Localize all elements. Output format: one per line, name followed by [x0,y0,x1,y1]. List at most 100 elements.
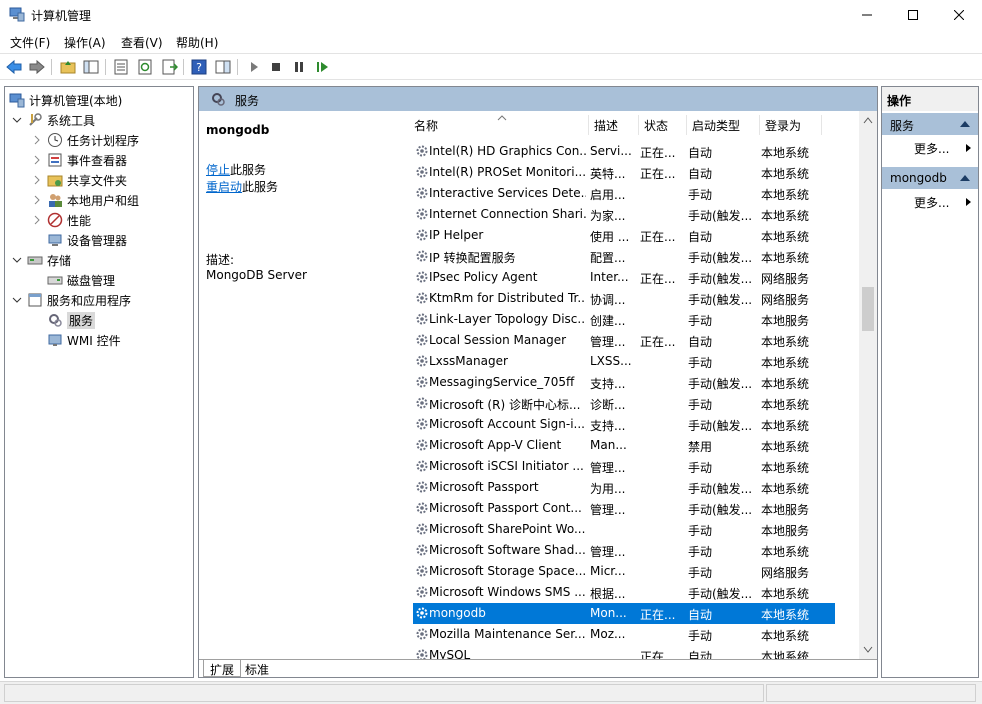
table-row[interactable]: Microsoft Storage Space... Micr... 手动 网络服务 [413,561,835,582]
table-row[interactable]: Microsoft (R) 诊断中心标... 诊断... 手动 本地系统 [413,393,835,414]
chevron-right-icon[interactable] [31,154,43,166]
refresh-icon[interactable] [136,58,154,76]
table-row[interactable]: Microsoft SharePoint Wo... 手动 本地服务 [413,519,835,540]
chevron-down-icon[interactable] [11,114,23,126]
table-row[interactable]: Local Session Manager 管理... 正在... 自动 本地系统 [413,330,835,351]
table-row[interactable]: LxssManager LXSS... 手动 本地系统 [413,351,835,372]
tree-item-disk-management[interactable]: 磁盘管理 [47,270,115,290]
table-row[interactable]: MySQL 正在... 自动 本地系统 [413,645,835,659]
actions-section-mongodb[interactable]: mongodb [882,167,978,189]
chevron-down-icon[interactable] [11,294,23,306]
help-icon[interactable]: ? [190,58,208,76]
close-button[interactable] [936,0,982,30]
export-list-icon[interactable] [160,58,178,76]
up-folder-icon[interactable] [59,58,77,76]
tools-icon [29,113,42,126]
table-row[interactable]: Internet Connection Shari... 为家... 手动(触发..… [413,204,835,225]
stop-service-link[interactable]: 停止 [206,163,230,177]
tab-extended[interactable]: 扩展 [203,660,242,677]
cell-name: MessagingService_705ff [429,375,575,389]
chevron-down-icon[interactable] [11,254,23,266]
show-hide-tree-icon[interactable] [82,58,100,76]
title-bar: 计算机管理 [0,0,982,30]
chevron-right-icon[interactable] [31,214,43,226]
cell-logon: 本地服务 [761,314,810,328]
tree-item-task-scheduler[interactable]: 任务计划程序 [31,130,139,150]
pause-service-icon[interactable] [290,58,308,76]
tree-root[interactable]: 计算机管理(本地) [9,90,122,110]
table-row[interactable]: Microsoft Passport 为用... 手动(触发... 本地系统 [413,477,835,498]
chevron-right-icon[interactable] [31,174,43,186]
column-startup-type[interactable]: 启动类型 [687,111,760,137]
table-row[interactable]: Microsoft Software Shad... 管理... 手动 本地系统 [413,540,835,561]
cell-status: 正在... [640,167,676,181]
column-name[interactable]: 名称 [409,111,589,137]
start-service-icon[interactable] [245,58,263,76]
menu-action[interactable]: 操作(A) [64,34,106,51]
table-row[interactable]: Microsoft Passport Cont... 管理... 手动(触发... 本… [413,498,835,519]
table-row[interactable]: Microsoft App-V Client Man... 禁用 本地系统 [413,435,835,456]
table-row[interactable]: Mozilla Maintenance Ser... Moz... 手动 本地系统 [413,624,835,645]
tree-item-performance[interactable]: 性能 [31,210,91,230]
cell-logon: 本地服务 [761,524,810,538]
table-row[interactable]: Intel(R) HD Graphics Con... Servi... 正在...… [413,141,835,162]
services-panel: 服务 mongodb 停止此服务 重启动此服务 描述: MongoDB Serv… [198,86,878,678]
table-row[interactable]: Interactive Services Dete... 启用... 手动 本地系统 [413,183,835,204]
table-row[interactable]: Microsoft iSCSI Initiator ... 管理... 手动 本地系统 [413,456,835,477]
cell-desc: 诊断... [590,398,626,412]
back-arrow-icon[interactable] [5,58,23,76]
cell-status: 正在... [640,146,676,160]
table-row[interactable]: IPsec Policy Agent Inter... 正在... 手动(触发... 网… [413,267,835,288]
table-row[interactable]: Microsoft Windows SMS ... 根据... 手动(触发... 本地… [413,582,835,603]
tree-item-local-users[interactable]: 本地用户和组 [31,190,139,210]
forward-arrow-icon[interactable] [28,58,46,76]
table-row[interactable]: IP 转换配置服务 配置... 手动(触发... 本地系统 [413,246,835,267]
tree-item-shared-folders[interactable]: 共享文件夹 [31,170,127,190]
table-row[interactable]: Link-Layer Topology Disc... 创建... 手动 本地服务 [413,309,835,330]
services-icon [212,93,225,106]
tree-item-storage[interactable]: 存储 [11,250,71,270]
maximize-button[interactable] [890,0,936,30]
column-description[interactable]: 描述 [589,111,639,137]
collapse-icon[interactable] [960,121,970,127]
more-actions-services[interactable]: 更多... [914,140,949,157]
table-row[interactable]: IP Helper 使用 ... 正在... 自动 本地系统 [413,225,835,246]
table-row[interactable]: Microsoft Account Sign-i... 支持... 手动(触发...… [413,414,835,435]
tree-item-system-tools[interactable]: 系统工具 [11,110,95,130]
tab-standard[interactable]: 标准 [239,660,275,677]
computer-management-icon [9,93,25,108]
properties-icon[interactable] [112,58,130,76]
table-row[interactable]: Intel(R) PROSet Monitori... 英特... 正在... 自动 本… [413,162,835,183]
table-row[interactable]: KtmRm for Distributed Tr... 协调... 手动(触发...… [413,288,835,309]
chevron-right-icon[interactable] [31,134,43,146]
scroll-down-icon[interactable] [863,646,873,653]
action-pane-icon[interactable] [214,58,232,76]
tree-item-wmi-control[interactable]: WMI 控件 [47,330,121,350]
stop-service-icon[interactable] [267,58,285,76]
chevron-right-icon[interactable] [31,194,43,206]
scrollbar-thumb[interactable] [862,287,874,331]
actions-section-services[interactable]: 服务 [882,113,978,135]
minimize-button[interactable] [844,0,890,30]
column-logon-as[interactable]: 登录为 [760,111,822,137]
menu-file[interactable]: 文件(F) [10,34,50,51]
column-status[interactable]: 状态 [639,111,687,137]
tree-item-services[interactable]: 服务 [47,310,96,330]
tree-item-event-viewer[interactable]: 事件查看器 [31,150,127,170]
tree-item-services-and-apps[interactable]: 服务和应用程序 [11,290,131,310]
more-actions-mongodb[interactable]: 更多... [914,194,949,211]
vertical-scrollbar[interactable] [859,111,877,659]
table-row[interactable]: MessagingService_705ff 支持... 手动(触发... 本地系统 [413,372,835,393]
scroll-up-icon[interactable] [863,117,873,124]
column-status-label: 状态 [644,119,669,133]
menu-help[interactable]: 帮助(H) [176,34,218,51]
tree-item-device-manager[interactable]: 设备管理器 [47,230,127,250]
status-pane-main [4,684,764,702]
table-row[interactable]: mongodb Mon... 正在... 自动 本地系统 [413,603,835,624]
menu-view[interactable]: 查看(V) [121,34,163,51]
view-tabs: 扩展 标准 [199,659,877,677]
collapse-icon[interactable] [960,175,970,181]
restart-service-link[interactable]: 重启动 [206,180,242,194]
tree-item-label: 服务 [67,311,96,329]
restart-service-icon[interactable] [313,58,331,76]
